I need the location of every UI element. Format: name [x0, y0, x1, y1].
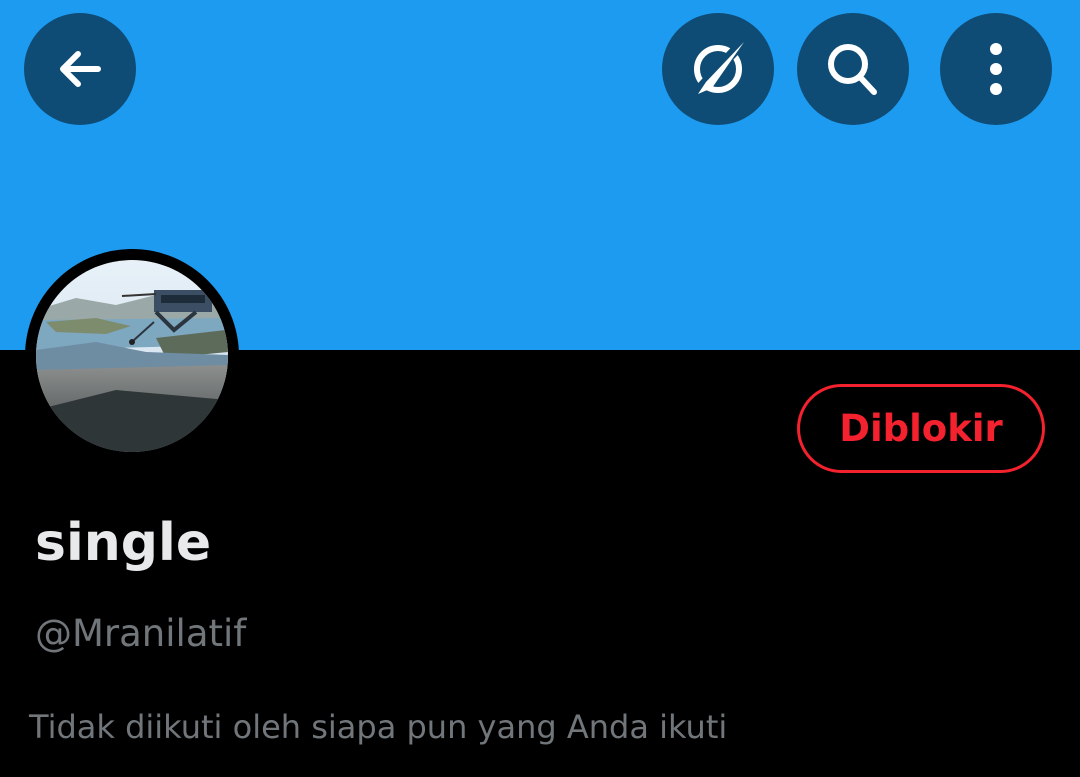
- more-vertical-icon: [990, 43, 1002, 95]
- blocked-button-label: Diblokir: [839, 407, 1003, 450]
- arrow-left-icon: [60, 51, 101, 87]
- avatar[interactable]: [36, 260, 228, 452]
- search-icon: [828, 44, 877, 95]
- followers-you-know-note[interactable]: Tidak diikuti oleh siapa pun yang Anda i…: [29, 703, 727, 751]
- back-button[interactable]: [24, 13, 136, 125]
- search-button[interactable]: [797, 13, 909, 125]
- display-name: single: [35, 513, 212, 573]
- blocked-button[interactable]: Diblokir: [797, 384, 1045, 473]
- avatar-photo: [36, 260, 228, 452]
- compass-slash-icon: [689, 38, 747, 100]
- more-options-button[interactable]: [940, 13, 1052, 125]
- avatar-ring: [25, 249, 239, 463]
- user-handle: @Mranilatif: [35, 612, 247, 655]
- discovery-off-button[interactable]: [662, 13, 774, 125]
